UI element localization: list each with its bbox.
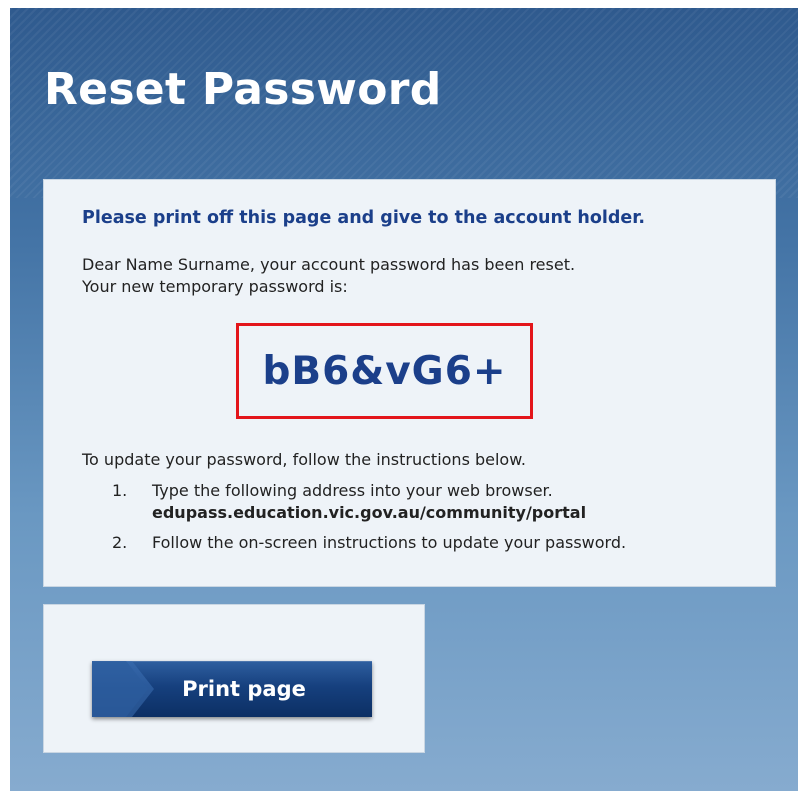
- step-number: 2.: [112, 533, 128, 552]
- page-title: Reset Password: [44, 64, 442, 115]
- reset-password-panel: Reset Password Please print off this pag…: [10, 8, 798, 791]
- reset-message: Dear Name Surname, your account password…: [82, 254, 575, 298]
- step-number: 1.: [112, 481, 128, 500]
- update-instructions-intro: To update your password, follow the inst…: [82, 450, 526, 469]
- reset-message-line1: Dear Name Surname, your account password…: [82, 255, 576, 274]
- step-text: Type the following address into your web…: [152, 481, 553, 500]
- reset-message-line2: Your new temporary password is:: [82, 277, 348, 296]
- temporary-password: bB6&vG6+: [262, 348, 507, 394]
- instruction-step: 2. Follow the on-screen instructions to …: [82, 532, 626, 554]
- step-text: Follow the on-screen instructions to upd…: [152, 533, 627, 552]
- instruction-steps: 1. Type the following address into your …: [82, 480, 626, 554]
- instruction-step: 1. Type the following address into your …: [82, 480, 626, 524]
- print-page-label: Print page: [182, 677, 306, 701]
- print-instruction: Please print off this page and give to t…: [82, 208, 646, 228]
- portal-url: edupass.education.vic.gov.au/community/p…: [152, 503, 587, 522]
- print-page-button[interactable]: Print page: [92, 661, 372, 717]
- temporary-password-box: bB6&vG6+: [236, 323, 533, 419]
- print-action-card: Print page: [43, 604, 425, 753]
- password-notice-card: Please print off this page and give to t…: [43, 179, 776, 587]
